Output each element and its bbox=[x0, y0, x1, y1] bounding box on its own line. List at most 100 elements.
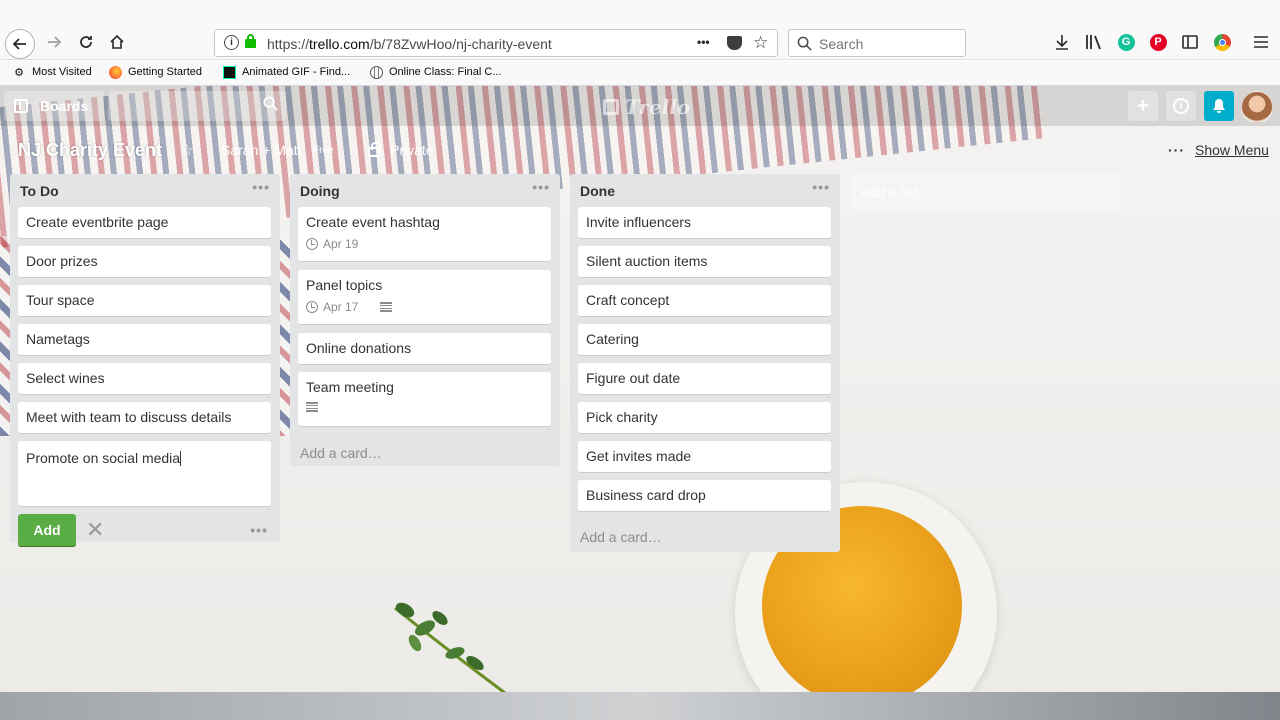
composer-text: Promote on social media bbox=[26, 450, 181, 466]
card-title: Business card drop bbox=[586, 487, 706, 503]
list-title[interactable]: Doing bbox=[300, 183, 340, 199]
card[interactable]: Panel topics Apr 17 bbox=[298, 270, 551, 325]
card[interactable]: Door prizes bbox=[18, 246, 271, 278]
list-header[interactable]: To Do ••• bbox=[10, 174, 280, 204]
library-icon[interactable] bbox=[1084, 32, 1104, 52]
card-title: Team meeting bbox=[306, 379, 394, 395]
star-icon[interactable]: ☆ bbox=[180, 141, 193, 159]
reload-button[interactable] bbox=[72, 28, 100, 56]
list-title[interactable]: To Do bbox=[20, 183, 59, 199]
notifications-button[interactable] bbox=[1204, 91, 1234, 121]
clock-icon bbox=[306, 301, 318, 313]
add-card-link[interactable]: Add a card… bbox=[300, 445, 382, 461]
card[interactable]: Craft concept bbox=[578, 285, 831, 317]
bookmark-online-class[interactable]: Online Class: Final C... bbox=[369, 65, 501, 79]
pocket-icon[interactable] bbox=[727, 36, 742, 50]
list-header[interactable]: Done ••• bbox=[570, 174, 840, 204]
lock-secure-icon-shackle bbox=[247, 34, 254, 41]
bookmark-label: Online Class: Final C... bbox=[389, 66, 502, 78]
card-title: Create eventbrite page bbox=[26, 214, 169, 230]
due-date: Apr 17 bbox=[323, 300, 359, 314]
card[interactable]: Get invites made bbox=[578, 441, 831, 473]
boards-icon bbox=[14, 99, 28, 113]
composer-options-button[interactable]: ••• bbox=[250, 522, 268, 538]
trello-logo-icon bbox=[603, 99, 619, 115]
team-tier-badge: Free bbox=[313, 145, 334, 156]
list-menu-button[interactable]: ••• bbox=[252, 179, 270, 195]
chrome-extension-icon[interactable] bbox=[1212, 32, 1232, 52]
lock-icon bbox=[368, 142, 381, 157]
card[interactable]: Business card drop bbox=[578, 480, 831, 512]
add-card-link[interactable]: Add a card… bbox=[580, 529, 662, 545]
card-title: Pick charity bbox=[586, 409, 658, 425]
list-title[interactable]: Done bbox=[580, 183, 615, 199]
bookmark-getting-started[interactable]: Getting Started bbox=[108, 65, 202, 79]
info-button[interactable]: i bbox=[1166, 91, 1196, 121]
home-icon bbox=[110, 34, 124, 49]
grammarly-icon[interactable]: G bbox=[1116, 32, 1136, 52]
list-menu-button[interactable]: ••• bbox=[532, 179, 550, 195]
card-title: Meet with team to discuss details bbox=[26, 409, 232, 425]
add-card-button[interactable]: Add bbox=[18, 514, 76, 546]
show-menu-label: Show Menu bbox=[1195, 142, 1269, 158]
board-search-input[interactable] bbox=[108, 91, 286, 121]
bookmark-label: Most Visited bbox=[32, 66, 92, 78]
info-icon[interactable]: i bbox=[224, 35, 239, 50]
giphy-icon bbox=[222, 65, 236, 79]
list-menu-button[interactable]: ••• bbox=[812, 179, 830, 195]
background-plant-image bbox=[394, 602, 506, 692]
clock-icon bbox=[306, 238, 318, 250]
bookmark-label: Getting Started bbox=[128, 66, 202, 78]
card[interactable]: Tour space bbox=[18, 285, 271, 317]
trello-logo[interactable]: Trello bbox=[603, 95, 690, 119]
board-canvas: Boards Trello + i NJ Charity Event ☆ Sar… bbox=[0, 86, 1280, 692]
create-button[interactable]: + bbox=[1128, 91, 1158, 121]
list-done: Done ••• Invite influencers Silent aucti… bbox=[570, 174, 840, 552]
page-actions-button[interactable]: ••• bbox=[697, 35, 710, 49]
avatar[interactable] bbox=[1241, 91, 1273, 123]
list-header[interactable]: Doing ••• bbox=[290, 174, 560, 204]
more-dots-icon: ··· bbox=[1168, 142, 1185, 158]
show-menu-button[interactable]: ··· Show Menu bbox=[1168, 142, 1269, 158]
card[interactable]: Team meeting bbox=[298, 372, 551, 427]
card[interactable]: Catering bbox=[578, 324, 831, 356]
badges bbox=[306, 402, 318, 412]
card-title: Tour space bbox=[26, 292, 95, 308]
card[interactable]: Pick charity bbox=[578, 402, 831, 434]
forward-button[interactable] bbox=[40, 28, 68, 56]
boards-button[interactable]: Boards bbox=[4, 91, 104, 121]
pinterest-icon[interactable]: P bbox=[1148, 32, 1168, 52]
card[interactable]: Create eventbrite page bbox=[18, 207, 271, 239]
download-icon[interactable] bbox=[1052, 32, 1072, 52]
close-icon[interactable]: ✕ bbox=[86, 517, 104, 543]
add-list-input[interactable]: Add a list… bbox=[850, 173, 1120, 211]
url-bar[interactable]: i https://trello.com/b/78ZvwHoo/nj-chari… bbox=[214, 29, 778, 57]
boards-label: Boards bbox=[40, 98, 89, 114]
card-title: Invite influencers bbox=[586, 214, 692, 230]
card-title: Online donations bbox=[306, 340, 412, 356]
card-title: Get invites made bbox=[586, 448, 692, 464]
card-title: Panel topics bbox=[306, 277, 383, 293]
card[interactable]: Figure out date bbox=[578, 363, 831, 395]
back-button[interactable] bbox=[5, 29, 35, 59]
card[interactable]: Create event hashtag Apr 19 bbox=[298, 207, 551, 262]
card[interactable]: Select wines bbox=[18, 363, 271, 395]
sidebar-icon[interactable] bbox=[1180, 32, 1200, 52]
privacy-button[interactable]: Private bbox=[368, 142, 434, 158]
team-name[interactable]: Sarah + Matt bbox=[221, 142, 302, 158]
hamburger-menu-icon[interactable] bbox=[1251, 32, 1271, 52]
card[interactable]: Invite influencers bbox=[578, 207, 831, 239]
card[interactable]: Nametags bbox=[18, 324, 271, 356]
board-title[interactable]: NJ Charity Event bbox=[18, 140, 162, 161]
bookmark-star-icon[interactable]: ☆ bbox=[753, 33, 768, 53]
globe-icon bbox=[369, 65, 383, 79]
card-composer-textarea[interactable]: Promote on social media bbox=[18, 441, 271, 507]
card[interactable]: Silent auction items bbox=[578, 246, 831, 278]
due-date-badge: Apr 17 bbox=[306, 300, 393, 314]
search-input[interactable]: Search bbox=[788, 29, 966, 57]
card[interactable]: Meet with team to discuss details bbox=[18, 402, 271, 434]
home-button[interactable] bbox=[103, 28, 131, 56]
card[interactable]: Online donations bbox=[298, 333, 551, 365]
bookmark-most-visited[interactable]: ⚙ Most Visited bbox=[12, 65, 92, 79]
bookmark-animated-gif[interactable]: Animated GIF - Find... bbox=[222, 65, 350, 79]
